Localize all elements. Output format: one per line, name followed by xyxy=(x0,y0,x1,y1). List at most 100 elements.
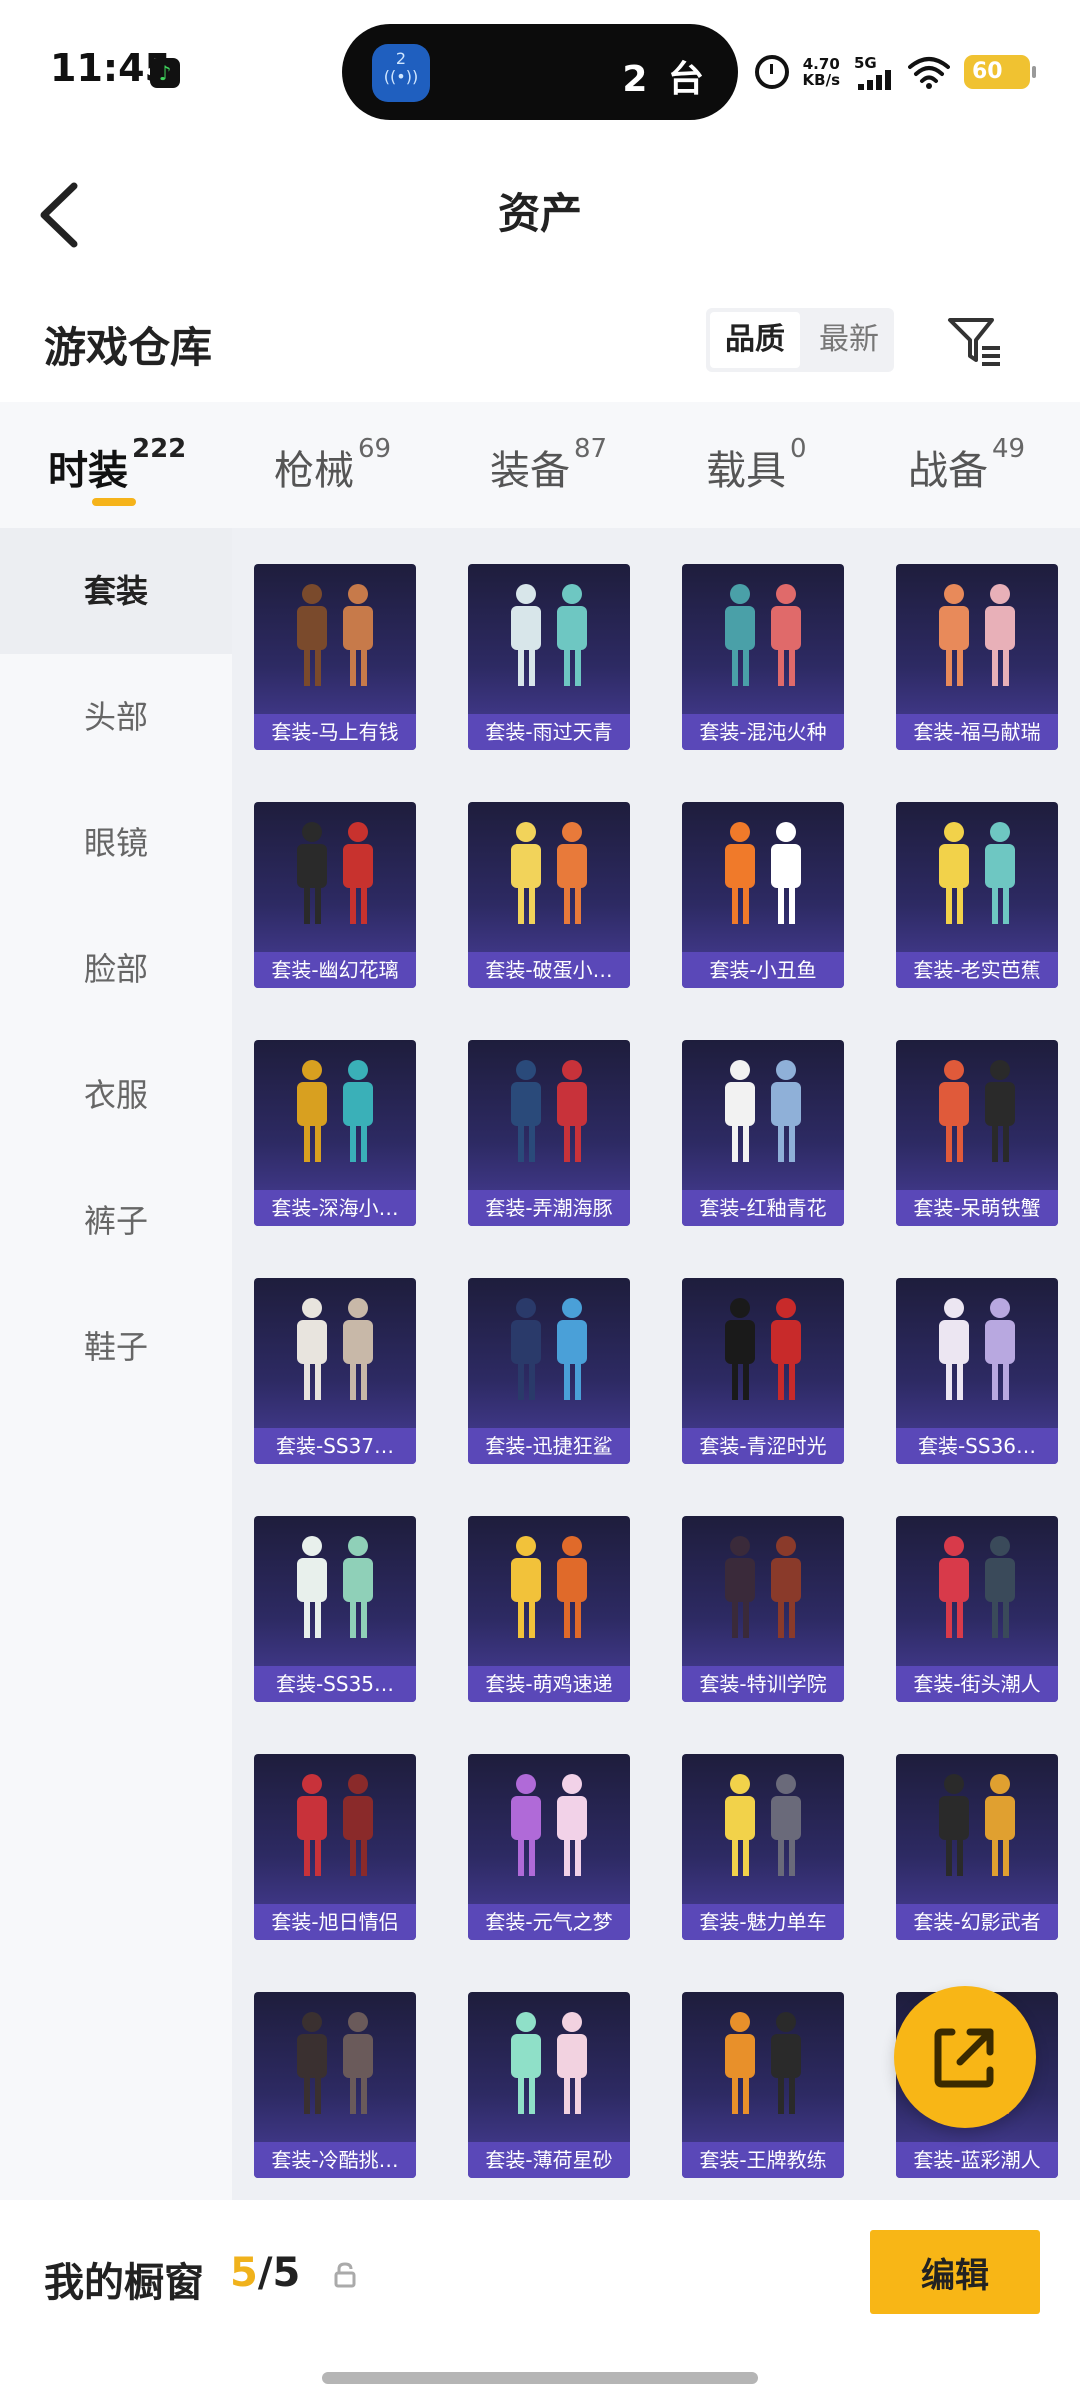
item-card-label: 套装-元气之梦 xyxy=(468,1904,630,1940)
item-card[interactable]: 套装-街头潮人 xyxy=(896,1516,1058,1702)
item-card[interactable]: 套装-红釉青花 xyxy=(682,1040,844,1226)
tab-equipment[interactable]: 装备 87 xyxy=(490,434,607,496)
dynamic-island[interactable]: 2 ((•)) 2 台 xyxy=(342,24,738,120)
share-button[interactable] xyxy=(894,1986,1036,2128)
item-card[interactable]: 套装-旭日情侣 xyxy=(254,1754,416,1940)
speed-value: 4.70 xyxy=(802,55,840,73)
item-card[interactable]: 套装-老实芭蕉 xyxy=(896,802,1058,988)
item-card-label: 套装-青涩时光 xyxy=(682,1428,844,1464)
item-card-label: 套装-薄荷星砂 xyxy=(468,2142,630,2178)
item-card-label: 套装-雨过天青 xyxy=(468,714,630,750)
outfit-thumbnail xyxy=(725,1536,801,1638)
item-card[interactable]: 套装-萌鸡速递 xyxy=(468,1516,630,1702)
item-card[interactable]: 套装-混沌火种 xyxy=(682,564,844,750)
item-card[interactable]: 套装-魅力单车 xyxy=(682,1754,844,1940)
item-card[interactable]: 套装-马上有钱 xyxy=(254,564,416,750)
tab-vehicles[interactable]: 载具 0 xyxy=(706,434,807,496)
outfit-thumbnail xyxy=(725,1774,801,1876)
outfit-thumbnail xyxy=(297,2012,373,2114)
item-card[interactable]: 套装-破蛋小… xyxy=(468,802,630,988)
showcase-label: 我的橱窗 xyxy=(44,2260,204,2306)
item-card[interactable]: 套装-弄潮海豚 xyxy=(468,1040,630,1226)
sidebar-item-head[interactable]: 头部 xyxy=(0,654,232,780)
outfit-thumbnail xyxy=(725,584,801,686)
sort-option-newest[interactable]: 最新 xyxy=(804,308,894,372)
page-title: 资产 xyxy=(497,189,582,238)
sort-option-quality[interactable]: 品质 xyxy=(710,312,800,368)
sidebar-item-pants[interactable]: 裤子 xyxy=(0,1158,232,1284)
outfit-thumbnail xyxy=(939,584,1015,686)
item-card-label: 套装-幽幻花璃 xyxy=(254,952,416,988)
signal-icon: 5G xyxy=(854,54,894,90)
sidebar-item-clothes[interactable]: 衣服 xyxy=(0,1032,232,1158)
item-card-label: 套装-深海小… xyxy=(254,1190,416,1226)
item-card[interactable]: 套装-雨过天青 xyxy=(468,564,630,750)
status-bar: 11:45 ♪ 2 ((•)) 2 台 4.70 KB/s 5G 60 xyxy=(0,0,1080,140)
item-card[interactable]: 套装-幽幻花璃 xyxy=(254,802,416,988)
sidebar-item-face[interactable]: 脸部 xyxy=(0,906,232,1032)
tab-count: 69 xyxy=(358,434,392,464)
active-tab-indicator xyxy=(92,498,136,506)
outfit-thumbnail xyxy=(511,1060,587,1162)
outfit-thumbnail xyxy=(939,822,1015,924)
item-card[interactable]: 套装-冷酷挑… xyxy=(254,1992,416,2178)
warehouse-title: 游戏仓库 xyxy=(44,323,213,372)
item-card-label: 套装-街头潮人 xyxy=(896,1666,1058,1702)
item-card[interactable]: 套装-青涩时光 xyxy=(682,1278,844,1464)
tab-supplies[interactable]: 战备 49 xyxy=(908,434,1025,496)
item-card-label: 套装-马上有钱 xyxy=(254,714,416,750)
share-external-icon xyxy=(934,2028,994,2088)
item-card[interactable]: 套装-幻影武者 xyxy=(896,1754,1058,1940)
item-card[interactable]: 套装-王牌教练 xyxy=(682,1992,844,2178)
item-card-label: 套装-SS37… xyxy=(254,1428,416,1464)
item-card[interactable]: 套装-迅捷狂鲨 xyxy=(468,1278,630,1464)
item-card[interactable]: 套装-SS35… xyxy=(254,1516,416,1702)
item-card[interactable]: 套装-元气之梦 xyxy=(468,1754,630,1940)
outfit-thumbnail xyxy=(511,2012,587,2114)
item-card-label: 套装-魅力单车 xyxy=(682,1904,844,1940)
outfit-thumbnail xyxy=(725,2012,801,2114)
wifi-icon xyxy=(908,57,950,89)
tab-count: 0 xyxy=(790,434,807,464)
item-card-label: 套装-SS35… xyxy=(254,1666,416,1702)
tab-label: 装备 xyxy=(490,448,570,494)
item-card[interactable]: 套装-深海小… xyxy=(254,1040,416,1226)
item-card[interactable]: 套装-SS37… xyxy=(254,1278,416,1464)
sidebar-item-suits[interactable]: 套装 xyxy=(0,528,232,654)
item-card-label: 套装-破蛋小… xyxy=(468,952,630,988)
outfit-thumbnail xyxy=(511,584,587,686)
item-card[interactable]: 套装-特训学院 xyxy=(682,1516,844,1702)
alarm-icon xyxy=(754,55,789,89)
item-card-label: 套装-混沌火种 xyxy=(682,714,844,750)
outfit-thumbnail xyxy=(297,822,373,924)
showcase-bar: 我的橱窗 5/5 编辑 xyxy=(0,2200,1080,2400)
island-device-count: 2 台 xyxy=(622,59,708,100)
warehouse-row: 游戏仓库 品质 最新 xyxy=(0,290,1080,400)
sidebar-item-shoes[interactable]: 鞋子 xyxy=(0,1284,232,1410)
lock-icon xyxy=(334,2262,356,2288)
item-card[interactable]: 套装-薄荷星砂 xyxy=(468,1992,630,2178)
tab-fashion[interactable]: 时装 222 xyxy=(48,434,186,496)
item-card-label: 套装-老实芭蕉 xyxy=(896,952,1058,988)
broadcast-glyph: ((•)) xyxy=(383,67,419,86)
item-card[interactable]: 套装-SS36… xyxy=(896,1278,1058,1464)
home-indicator[interactable] xyxy=(322,2372,758,2384)
item-card[interactable]: 套装-小丑鱼 xyxy=(682,802,844,988)
outfit-thumbnail xyxy=(297,1536,373,1638)
cast-icon: 2 ((•)) xyxy=(372,44,430,102)
item-card-label: 套装-弄潮海豚 xyxy=(468,1190,630,1226)
tab-label: 战备 xyxy=(908,448,988,494)
item-card[interactable]: 套装-呆萌铁蟹 xyxy=(896,1040,1058,1226)
sidebar-item-glasses[interactable]: 眼镜 xyxy=(0,780,232,906)
outfit-thumbnail xyxy=(939,1536,1015,1638)
item-card[interactable]: 套装-福马献瑞 xyxy=(896,564,1058,750)
filter-icon[interactable] xyxy=(944,308,1004,372)
tab-guns[interactable]: 枪械 69 xyxy=(274,434,391,496)
item-card-label: 套装-蓝彩潮人 xyxy=(896,2142,1058,2178)
outfit-thumbnail xyxy=(725,1298,801,1400)
outfit-thumbnail xyxy=(511,1536,587,1638)
tab-label: 时装 xyxy=(48,448,128,494)
edit-button[interactable]: 编辑 xyxy=(870,2230,1040,2314)
item-card-label: 套装-特训学院 xyxy=(682,1666,844,1702)
item-card-label: 套装-小丑鱼 xyxy=(682,952,844,988)
